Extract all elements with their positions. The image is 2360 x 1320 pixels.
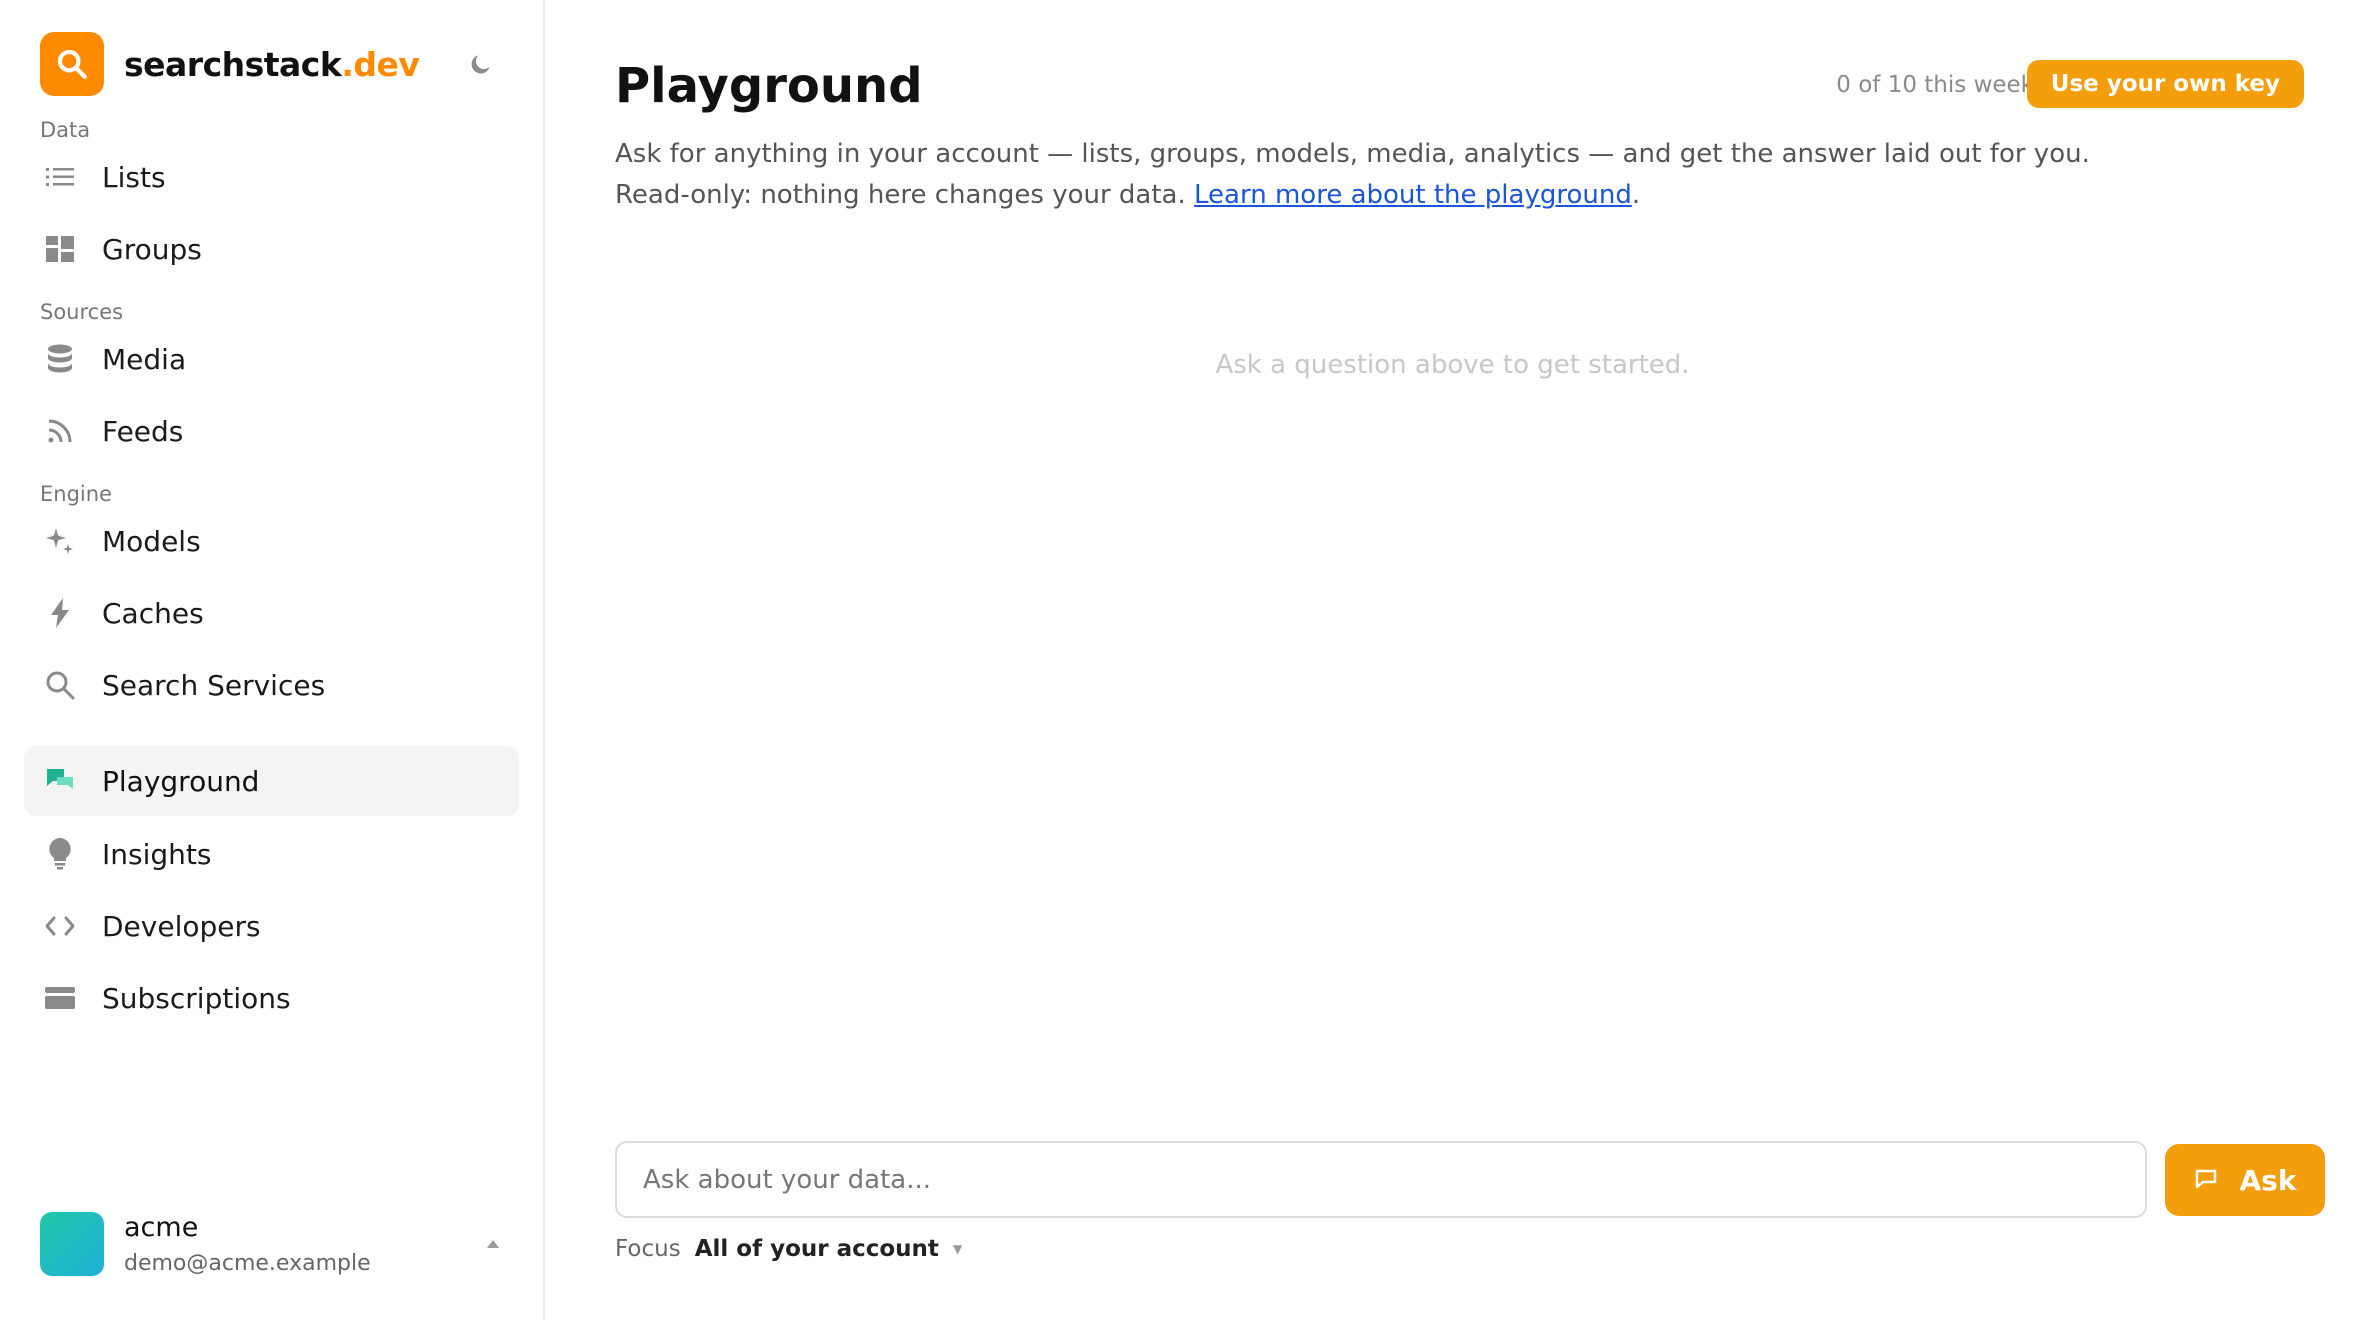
sidebar-item-caches[interactable]: Caches [24,578,519,648]
sidebar-item-lists[interactable]: Lists [24,142,519,212]
chat-bubbles-icon [42,763,78,799]
app-root: searchstack.dev Data Lists Groups Source… [0,0,2360,1320]
ask-input[interactable] [615,1141,2147,1218]
sidebar-item-insights[interactable]: Insights [24,819,519,889]
sidebar-item-label: Developers [102,909,261,943]
rss-icon [42,413,78,449]
caret-up-icon[interactable] [486,1234,500,1253]
chevron-down-icon: ▼ [952,1242,963,1256]
sidebar-item-label: Search Services [102,668,326,702]
user-menu[interactable]: acme demo@acme.example [40,1204,500,1284]
usage-counter: 0 of 10 this week [1836,72,2034,98]
sidebar-item-label: Caches [102,596,204,630]
sidebar-item-label: Groups [102,232,202,266]
sidebar-item-label: Models [102,524,201,558]
brand-name: searchstack.dev [124,44,420,84]
avatar [40,1212,104,1276]
focus-row: Focus All of your account ▼ [615,1236,962,1262]
sidebar-item-label: Lists [102,160,166,194]
user-email: demo@acme.example [124,1251,371,1276]
section-label-engine: Engine [40,482,112,506]
focus-select[interactable]: All of your account ▼ [695,1236,962,1262]
brand-name-accent: .dev [341,44,420,84]
sparkle-icon [42,523,78,559]
grid-icon [42,231,78,267]
brand-logo-search-icon [40,32,104,96]
sidebar-item-label: Media [102,342,187,376]
description-suffix: . [1631,180,1641,210]
theme-toggle-moon-icon[interactable] [465,48,497,80]
description-line-1: Ask for anything in your account — lists… [615,139,2090,169]
card-icon [42,980,78,1016]
ask-button-label: Ask [2239,1163,2297,1197]
brand-name-main: searchstack [124,44,342,84]
sidebar-item-subscriptions[interactable]: Subscriptions [24,963,519,1033]
user-text: acme demo@acme.example [124,1212,371,1276]
description-line-2: Read-only: nothing here changes your dat… [615,175,2090,216]
sidebar-item-label: Subscriptions [102,981,291,1015]
empty-state-message: Ask a question above to get started. [1215,350,1690,380]
database-icon [42,341,78,377]
sidebar-item-search-services[interactable]: Search Services [24,650,519,720]
page-title: Playground [615,58,923,114]
sidebar: searchstack.dev Data Lists Groups Source… [0,0,545,1320]
sidebar-item-label: Playground [102,764,260,798]
sidebar-item-label: Feeds [102,414,184,448]
main-content: Playground 0 of 10 this week Use your ow… [545,0,2360,1320]
page-description: Ask for anything in your account — lists… [615,134,2090,216]
section-label-data: Data [40,118,91,142]
sidebar-item-playground[interactable]: Playground [24,746,519,816]
list-icon [42,159,78,195]
chat-bubble-icon [2194,1164,2218,1197]
bolt-icon [42,595,78,631]
search-icon [42,667,78,703]
learn-more-link[interactable]: Learn more about the playground [1194,180,1632,210]
sidebar-item-developers[interactable]: Developers [24,891,519,961]
use-own-key-button[interactable]: Use your own key [2026,60,2304,108]
lightbulb-icon [42,836,78,872]
sidebar-item-media[interactable]: Media [24,324,519,394]
sidebar-item-models[interactable]: Models [24,506,519,576]
sidebar-item-label: Insights [102,837,212,871]
focus-label: Focus [615,1236,681,1262]
brand[interactable]: searchstack.dev [40,32,519,96]
sidebar-item-feeds[interactable]: Feeds [24,396,519,466]
code-icon [42,908,78,944]
description-prefix: Read-only: nothing here changes your dat… [615,180,1195,210]
user-name: acme [124,1212,199,1243]
focus-value: All of your account [694,1236,939,1262]
ask-button[interactable]: Ask [2165,1144,2325,1216]
section-label-sources: Sources [40,300,124,324]
sidebar-item-groups[interactable]: Groups [24,214,519,284]
